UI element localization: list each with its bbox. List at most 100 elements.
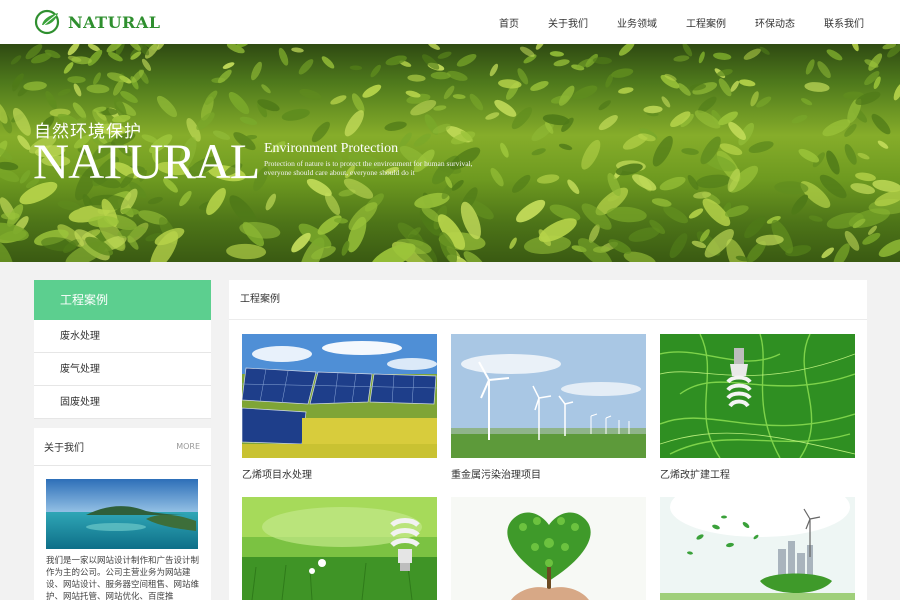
leaf-shape [855,172,876,182]
leaf-shape [509,237,517,249]
case-label: 乙烯项目水处理 [242,470,312,481]
leaf-shape [536,174,560,184]
leaf-shape [485,112,500,120]
leaf-shape [222,62,235,69]
leaf-shape [844,144,857,165]
leaf-shape [317,215,342,235]
leaf-shape [553,59,570,67]
case-card[interactable] [660,497,855,600]
banner-subtext-line1: Protection of nature is to protect the e… [264,159,473,168]
leaf-shape [217,69,232,84]
site-logo[interactable]: NATURAL [34,9,160,35]
leaf-shape [748,141,774,154]
leaf-shape [67,44,80,56]
leaf-shape [805,59,815,75]
leaf-shape [422,54,440,70]
leaf-shape [659,176,686,191]
leaf-shape [10,55,22,65]
sidebar-item-wastewater[interactable]: 废水处理 [34,320,211,353]
leaf-shape [673,55,690,62]
leaf-shape [519,46,535,57]
green-city-globe-image [660,497,855,600]
hero-banner: 自然环境保护 NATURAL Environment Protection Pr… [0,44,900,262]
case-card[interactable] [242,497,437,600]
solar-panels-image [242,334,437,458]
leaf-shape [407,74,426,82]
leaf-shape [261,84,271,94]
leaf-shape [344,110,364,137]
leaf-shape [632,174,657,191]
leaf-shape [251,61,262,81]
leaf-shape [826,150,840,175]
nav-contact[interactable]: 联系我们 [824,15,864,30]
leaf-shape [826,49,843,61]
leaf-shape [93,72,101,85]
sidebar-item-waste-gas[interactable]: 废气处理 [34,353,211,386]
banner-subtitle: Environment Protection [264,141,399,156]
leaf-shape [677,83,691,96]
heart-tree-image [451,497,646,600]
leaf-shape [581,139,601,170]
leaf-shape [808,215,823,222]
leaf-shape [801,98,813,106]
sidebar-title[interactable]: 工程案例 [34,280,211,320]
leaf-shape [456,54,477,67]
leaf-shape [681,148,699,155]
leaf-shape [611,68,634,78]
nav-home[interactable]: 首页 [499,15,519,30]
bulb-on-lawn-image [242,497,437,600]
leaf-shape [718,78,732,97]
leaf-shape [558,143,573,151]
leaf-shape [850,183,876,195]
leaf-shape [791,194,809,215]
leaf-shape [452,94,466,100]
about-panel: 关于我们 MORE 我们是一家以网站设计制作和广告设计制作为主的公司。公司主营业… [34,428,211,600]
nav-about[interactable]: 关于我们 [548,15,588,30]
leaf-shape [567,179,580,195]
leaf-shape [598,115,618,131]
leaf-shape [265,193,277,211]
leaf-shape [871,113,891,135]
leaf-shape [851,44,859,52]
nav-business[interactable]: 业务领域 [617,15,657,30]
leaf-shape [299,88,322,101]
leaf-shape [179,190,192,207]
leaf-shape [228,92,250,115]
cases-title: 工程案例 [229,280,867,320]
leaf-shape [490,167,504,187]
leaf-shape [698,51,705,64]
case-card[interactable] [451,497,646,600]
leaf-shape [893,83,900,101]
leaf-shape [45,90,57,110]
case-card[interactable]: 乙烯项目水处理 [242,334,437,481]
sidebar-item-solid-waste[interactable]: 固废处理 [34,386,211,419]
leaf-shape [821,247,834,259]
wind-turbines-image [451,334,646,458]
leaf-shape [321,56,335,69]
leaf-shape [446,70,468,81]
leaf-shape [598,100,611,111]
leaf-shape [713,52,732,60]
nav-news[interactable]: 环保动态 [755,15,795,30]
leaf-shape [877,140,889,149]
leaf-shape [511,174,531,193]
bulb-in-grass-image [660,334,855,458]
about-title: 关于我们 [44,443,84,454]
leaf-shape [530,80,549,92]
leaf-logo-icon [34,9,60,35]
leaf-shape [857,152,870,160]
nav-cases[interactable]: 工程案例 [686,15,726,30]
case-card[interactable]: 重金属污染治理项目 [451,334,646,481]
leaf-shape [63,62,74,74]
leaf-shape [817,61,831,79]
banner-subtext-line2: everyone should care about, everyone sho… [264,168,415,177]
leaf-shape [531,148,546,156]
leaf-shape [278,47,289,66]
leaf-shape [791,114,808,124]
about-more-link[interactable]: MORE [176,442,200,451]
case-card[interactable]: 乙烯改扩建工程 [660,334,855,481]
sidebar-menu: 工程案例 废水处理 废气处理 固废处理 [34,280,211,419]
cases-panel: 工程案例 乙烯项目水处理 重金属污染治理项目 乙烯改扩建工程 [229,280,867,600]
case-label: 乙烯改扩建工程 [660,470,730,481]
logo-text: NATURAL [68,12,161,32]
